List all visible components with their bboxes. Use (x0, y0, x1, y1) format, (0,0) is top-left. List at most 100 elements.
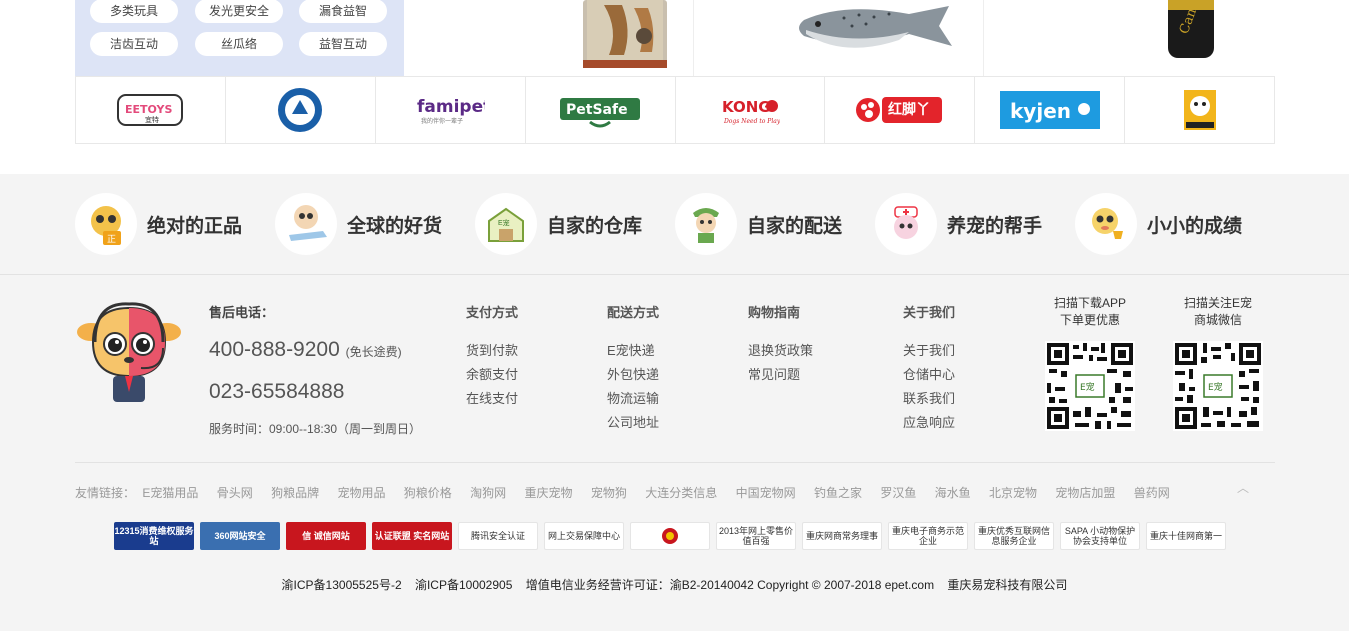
tag-button[interactable]: 发光更安全 (195, 0, 283, 23)
cert-badge[interactable]: 2013年网上零售价值百强 (716, 522, 796, 550)
brand-cell[interactable] (1125, 77, 1274, 143)
promise-item[interactable]: E宠 自家的仓库 (475, 192, 642, 256)
product-can[interactable]: Can (984, 0, 1275, 77)
friend-link[interactable]: 宠物用品 (337, 486, 385, 500)
friend-link[interactable]: 狗粮品牌 (271, 486, 319, 500)
cert-badge[interactable]: 重庆网商常务理事 (802, 522, 882, 550)
petsafe-logo-icon: PetSafe (560, 98, 641, 128)
col-heading: 支付方式 (466, 305, 519, 320)
friend-link[interactable]: 宠物狗 (591, 486, 627, 500)
cert-badge[interactable]: 重庆优秀互联网信息服务企业 (974, 522, 1054, 550)
cert-badge[interactable]: 信 诚信网站 (286, 522, 366, 550)
footer-col-delivery: 配送方式 E宠快递 外包快递 物流运输 公司地址 (607, 302, 659, 439)
footer-link[interactable]: 应急响应 (903, 415, 955, 439)
brand-row: EETOYS 宜特 famipet 我的伴你一辈子 PetSafe KONG D… (75, 76, 1275, 144)
footer-link[interactable]: 公司地址 (607, 415, 659, 439)
cert-badge[interactable]: SAPA 小动物保护协会支持单位 (1060, 522, 1140, 550)
svg-text:EETOYS: EETOYS (125, 103, 172, 116)
footer-link[interactable]: 外包快递 (607, 367, 659, 391)
footer-link[interactable]: 退换货政策 (748, 343, 813, 367)
wechat-qr-code-icon[interactable]: E宠 (1173, 341, 1263, 431)
friend-link[interactable]: 重庆宠物 (525, 486, 573, 500)
cert-badge[interactable]: 12315消费维权服务站 (114, 522, 194, 550)
eetoys-logo-icon: EETOYS 宜特 (117, 94, 184, 126)
warehouse-icon: E宠 (475, 193, 537, 255)
brand-cell[interactable]: famipet 我的伴你一辈子 (376, 77, 526, 143)
footer-link[interactable]: 关于我们 (903, 343, 955, 367)
tag-button[interactable]: 漏食益智 (299, 0, 387, 23)
divider (75, 462, 1275, 463)
cert-badge[interactable]: 重庆十佳网商第一 (1146, 522, 1226, 550)
promise-item[interactable]: 小小的成绩 (1075, 192, 1242, 256)
svg-text:KONG: KONG (722, 98, 771, 116)
friend-link[interactable]: 中国宠物网 (736, 486, 796, 500)
tag-button[interactable]: 洁齿互动 (90, 32, 178, 56)
ruffwear-logo-icon (1183, 90, 1216, 130)
qr-brand-label: E宠 (1080, 381, 1095, 393)
brand-cell[interactable]: KONG Dogs Need to Play (676, 77, 826, 143)
friend-link[interactable]: 淘狗网 (470, 486, 506, 500)
mascot-courier-icon (675, 193, 737, 255)
promise-item[interactable]: 全球的好货 (275, 192, 442, 256)
brand-cell[interactable]: kyjen (975, 77, 1126, 143)
police-emblem-badge-icon[interactable] (630, 522, 710, 550)
tag-button[interactable]: 丝瓜络 (195, 32, 283, 56)
footer-link[interactable]: E宠快递 (607, 343, 659, 367)
promise-label: 全球的好货 (347, 215, 443, 237)
promise-item[interactable]: 正 绝对的正品 (75, 192, 242, 256)
footer-link[interactable]: 在线支付 (466, 391, 518, 415)
cert-badge[interactable]: 网上交易保障中心 (544, 522, 624, 550)
friend-link[interactable]: 狗粮价格 (404, 486, 452, 500)
chevron-up-icon[interactable]: ︿ (1237, 479, 1249, 496)
footer-link[interactable]: 联系我们 (903, 391, 955, 415)
qr-caption-line: 扫描关注E宠 (1183, 296, 1252, 310)
site-footer: 正 绝对的正品 全球的好货 E宠 自家的仓库 自家的配送 养宠的帮手 小小的成绩… (0, 174, 1349, 631)
friend-link[interactable]: 钓鱼之家 (814, 486, 862, 500)
promise-item[interactable]: 养宠的帮手 (875, 192, 1042, 256)
product-fish[interactable] (694, 0, 984, 77)
friend-link[interactable]: 宠物店加盟 (1055, 486, 1115, 500)
service-info: 售后电话： 400-888-9200 (免长途费) 023-65584888 服… (209, 302, 421, 436)
brand-cell[interactable] (226, 77, 376, 143)
service-title: 售后电话： (209, 305, 275, 320)
promise-item[interactable]: 自家的配送 (675, 192, 842, 256)
friend-link[interactable]: 兽药网 (1134, 486, 1170, 500)
footer-link[interactable]: 货到付款 (466, 343, 518, 367)
footer-link[interactable]: 仓储中心 (903, 367, 955, 391)
qr-app: 扫描下载APP 下单更优惠 E宠 (1035, 295, 1145, 431)
kyjen-logo-icon: kyjen (999, 91, 1100, 129)
friend-link[interactable]: 大连分类信息 (645, 486, 717, 500)
footer-link[interactable]: 余额支付 (466, 367, 518, 391)
tag-button[interactable]: 益智互动 (299, 32, 387, 56)
product-chew-toy[interactable] (404, 0, 694, 77)
mascot-headset-icon (77, 302, 181, 402)
service-hours: 服务时间：09:00--18:30（周一到周日） (209, 422, 422, 436)
timberwolf-logo-icon (278, 88, 323, 132)
footer-link[interactable]: 常见问题 (748, 367, 813, 391)
app-qr-code-icon[interactable]: E宠 (1045, 341, 1135, 431)
copyright: 渝ICP备13005525号-2 渝ICP备10002905 增值电信业务经营许… (0, 576, 1349, 593)
col-heading: 购物指南 (748, 305, 801, 320)
footer-link[interactable]: 物流运输 (607, 391, 659, 415)
tag-button[interactable]: 多类玩具 (90, 0, 178, 23)
col-heading: 关于我们 (903, 305, 956, 320)
cert-badge[interactable]: 重庆电子商务示范企业 (888, 522, 968, 550)
friend-link[interactable]: 骨头网 (217, 486, 253, 500)
license-copyright: 增值电信业务经营许可证：渝B2-20140042 Copyright © 200… (525, 578, 935, 592)
friend-link[interactable]: E宠猫用品 (142, 486, 198, 500)
friend-link[interactable]: 海水鱼 (935, 486, 971, 500)
brand-cell[interactable]: 红脚丫 (825, 77, 976, 143)
brand-cell[interactable]: EETOYS 宜特 (76, 77, 226, 143)
cert-badge[interactable]: 认证联盟 实名网站 (372, 522, 452, 550)
footer-col-payment: 支付方式 货到付款 余额支付 在线支付 (466, 302, 518, 415)
brand-cell[interactable]: PetSafe (526, 77, 676, 143)
cert-badge[interactable]: 360网站安全 (200, 522, 280, 550)
promise-label: 小小的成绩 (1147, 215, 1243, 237)
cert-badge[interactable]: 腾讯安全认证 (458, 522, 538, 550)
footer-col-about: 关于我们 关于我们 仓储中心 联系我们 应急响应 (903, 302, 955, 439)
hotline-400-number: 400-888-9200 (209, 338, 340, 361)
friend-link[interactable]: 北京宠物 (989, 486, 1037, 500)
promise-label: 自家的仓库 (547, 215, 643, 237)
kong-logo-icon: KONG Dogs Need to Play (722, 98, 780, 125)
friend-link[interactable]: 罗汉鱼 (880, 486, 916, 500)
